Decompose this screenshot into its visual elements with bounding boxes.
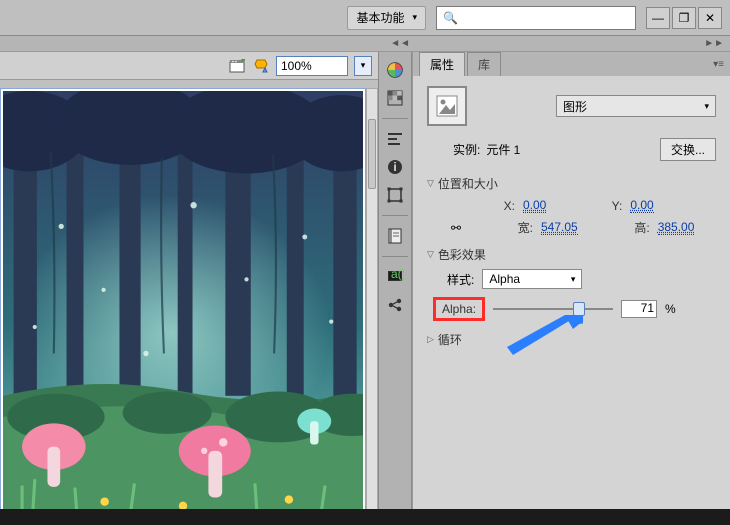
panel-menu-icon[interactable]: ▾≡: [713, 59, 724, 70]
collapse-left-icon[interactable]: ◄◄: [390, 38, 410, 49]
panel-icon-strip: i a(): [378, 52, 412, 525]
library-panel-icon[interactable]: [383, 224, 407, 248]
alpha-label: Alpha:: [433, 297, 485, 321]
annotation-arrow-icon: [493, 315, 583, 355]
section-header-possize[interactable]: ▽ 位置和大小: [427, 175, 716, 192]
twisty-closed-icon: ▷: [427, 334, 434, 345]
section-title: 色彩效果: [438, 246, 486, 263]
restore-icon: ❐: [679, 11, 690, 25]
search-icon: 🔍: [443, 11, 458, 25]
x-label: X:: [495, 199, 515, 213]
w-label: 宽:: [503, 219, 533, 236]
symbol-thumbnail: [427, 86, 467, 126]
panel-tabs: 属性 库 ▾≡: [413, 52, 730, 76]
close-icon: ✕: [705, 11, 715, 25]
section-position-size: ▽ 位置和大小 X: 0.00 Y: 0.00 ⚯ 宽: 547.05: [427, 175, 716, 236]
style-value: Alpha: [489, 272, 520, 286]
properties-panel: 属性 库 ▾≡ 图形 ▾ 实例: 元件 1 交换...: [412, 52, 730, 525]
search-box[interactable]: 🔍: [436, 6, 636, 30]
symbol-edit-icon[interactable]: [252, 57, 270, 75]
x-value[interactable]: 0.00: [523, 198, 546, 213]
vertical-scrollbar[interactable]: [366, 88, 378, 513]
workspace-label: 基本功能: [356, 9, 404, 26]
top-app-bar: 基本功能 ▾ 🔍 — ❐ ✕: [0, 0, 730, 36]
tab-properties[interactable]: 属性: [419, 52, 465, 76]
twisty-open-icon: ▽: [427, 178, 434, 189]
twisty-open-icon: ▽: [427, 249, 434, 260]
main-area: ▾: [0, 52, 730, 525]
actions-panel-icon[interactable]: a(): [383, 265, 407, 289]
scrollbar-thumb[interactable]: [368, 119, 376, 189]
section-color-effect: ▽ 色彩效果 样式: Alpha ▾ Alpha:: [427, 246, 716, 321]
instance-type-label: 图形: [563, 98, 587, 115]
canvas-panel: ▾: [0, 52, 378, 525]
properties-body: 图形 ▾ 实例: 元件 1 交换... ▽ 位置和大小 X:: [413, 76, 730, 525]
svg-text:i: i: [393, 160, 396, 174]
y-label: Y:: [602, 199, 622, 213]
chevron-down-icon: ▾: [361, 60, 366, 71]
workspace-dropdown[interactable]: 基本功能 ▾: [347, 6, 426, 30]
collapse-right-icon[interactable]: ►►: [704, 38, 724, 49]
zoom-field[interactable]: [276, 56, 348, 76]
info-panel-icon[interactable]: i: [383, 155, 407, 179]
stage-border: [0, 88, 366, 513]
search-input[interactable]: [462, 11, 629, 25]
transform-panel-icon[interactable]: [383, 183, 407, 207]
close-button[interactable]: ✕: [698, 7, 722, 29]
color-panel-icon[interactable]: [383, 58, 407, 82]
chevron-down-icon: ▾: [704, 101, 709, 112]
symbol-header: 图形 ▾: [427, 86, 716, 126]
chevron-down-icon: ▾: [412, 12, 417, 23]
alpha-input[interactable]: [622, 301, 656, 315]
canvas-toolbar: ▾: [0, 52, 378, 80]
y-value[interactable]: 0.00: [630, 198, 653, 213]
instance-name: 元件 1: [486, 141, 520, 158]
instance-label: 实例:: [453, 141, 480, 158]
scene-icon[interactable]: [228, 57, 246, 75]
panel-header-strip: ◄◄ ►►: [0, 36, 730, 52]
slider-thumb[interactable]: [573, 302, 585, 316]
bottom-strip: [0, 509, 730, 525]
canvas-scroll-area: [0, 80, 378, 525]
minimize-icon: —: [652, 11, 664, 25]
alpha-row: Alpha: %: [433, 297, 716, 321]
align-panel-icon[interactable]: [383, 127, 407, 151]
zoom-input[interactable]: [281, 59, 329, 73]
section-title: 位置和大小: [438, 175, 498, 192]
instance-type-dropdown[interactable]: 图形 ▾: [556, 95, 716, 117]
behaviors-panel-icon[interactable]: [383, 293, 407, 317]
section-title: 循环: [438, 331, 462, 348]
stage-artwork: [3, 91, 363, 510]
swap-button[interactable]: 交换...: [660, 138, 716, 161]
w-value[interactable]: 547.05: [541, 220, 578, 235]
style-dropdown[interactable]: Alpha ▾: [482, 269, 582, 289]
minimize-button[interactable]: —: [646, 7, 670, 29]
restore-button[interactable]: ❐: [672, 7, 696, 29]
h-value[interactable]: 385.00: [658, 220, 695, 235]
slider-track: [493, 308, 613, 310]
svg-text:a(): a(): [391, 268, 404, 281]
style-label: 样式:: [447, 271, 474, 288]
lock-aspect-icon[interactable]: ⚯: [447, 221, 465, 235]
alpha-field[interactable]: [621, 300, 657, 318]
h-label: 高:: [620, 219, 650, 236]
zoom-dropdown-button[interactable]: ▾: [354, 56, 372, 76]
instance-row: 实例: 元件 1 交换...: [427, 138, 716, 161]
chevron-down-icon: ▾: [571, 274, 576, 285]
tab-library[interactable]: 库: [467, 52, 501, 76]
alpha-unit: %: [665, 302, 676, 316]
window-buttons: — ❐ ✕: [646, 7, 722, 29]
swatches-panel-icon[interactable]: [383, 86, 407, 110]
section-header-coloreffect[interactable]: ▽ 色彩效果: [427, 246, 716, 263]
